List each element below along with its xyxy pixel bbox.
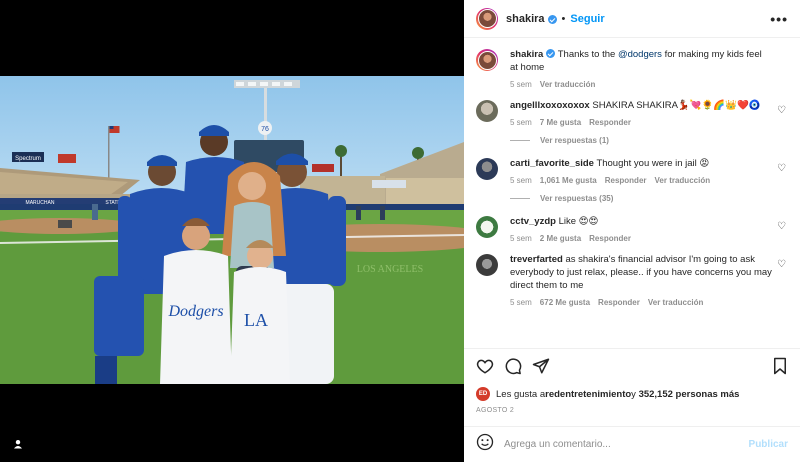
post-photo[interactable]: 76 Spectrum MARUCHAN LOS ANGELES Dodgers… <box>0 76 464 384</box>
post-actions: ED Les gusta a redentretenimiento y 352,… <box>464 348 800 414</box>
verified-badge-icon <box>547 15 557 24</box>
comment-avatar[interactable] <box>476 158 498 180</box>
comment-item: angelllxoxoxoxox SHAKIRA SHAKIRA💃🏽💘🌻🌈👑❤️… <box>476 99 788 127</box>
comments-list[interactable]: shakira Thanks to the @dodgers for makin… <box>464 38 800 348</box>
comment-avatar[interactable] <box>476 100 498 122</box>
comment-username[interactable]: cctv_yzdp <box>510 216 556 227</box>
comment-item: treverfarted as shakira's financial advi… <box>476 253 788 307</box>
comment-translate-link[interactable]: Ver traducción <box>648 298 704 307</box>
comment-username[interactable]: angelllxoxoxoxox <box>510 100 590 111</box>
field-lettering: LOS ANGELES <box>357 264 423 275</box>
comment-avatar[interactable] <box>476 254 498 276</box>
more-options-icon[interactable]: ••• <box>770 11 788 27</box>
comment-like-heart-icon[interactable]: ♡ <box>777 259 786 270</box>
post-media: 76 Spectrum MARUCHAN LOS ANGELES Dodgers… <box>0 0 464 462</box>
author-username[interactable]: shakira <box>506 13 545 25</box>
comment-avatar[interactable] <box>476 216 498 238</box>
post-date[interactable]: AGOSTO 2 <box>476 407 788 414</box>
reply-button[interactable]: Responder <box>605 176 647 185</box>
comment-like-heart-icon[interactable]: ♡ <box>777 105 786 116</box>
likes-summary: ED Les gusta a redentretenimiento y 352,… <box>476 387 788 401</box>
share-icon[interactable] <box>532 357 550 380</box>
comment-translate-link[interactable]: Ver traducción <box>655 176 711 185</box>
sign-spectrum: Spectrum <box>15 156 41 162</box>
view-replies-link[interactable]: Ver respuestas (35) <box>510 194 788 203</box>
comment-likes[interactable]: 2 Me gusta <box>540 234 581 243</box>
comment-likes[interactable]: 1,061 Me gusta <box>540 176 597 185</box>
comment-age: 5 sem <box>510 298 532 307</box>
emoji-icon[interactable] <box>476 433 494 456</box>
comment-likes[interactable]: 672 Me gusta <box>540 298 590 307</box>
comment-text: SHAKIRA SHAKIRA💃🏽💘🌻🌈👑❤️🧿 <box>592 100 761 111</box>
header-separator: • <box>561 12 566 25</box>
follow-button[interactable]: Seguir <box>570 13 604 25</box>
caption-username[interactable]: shakira <box>510 49 543 60</box>
comment-likes[interactable]: 7 Me gusta <box>540 118 581 127</box>
comment-age: 5 sem <box>510 118 532 127</box>
likes-count-link[interactable]: 352,152 personas más <box>639 389 740 400</box>
user-tag-icon[interactable] <box>8 434 28 454</box>
reply-button[interactable]: Responder <box>589 234 631 243</box>
caption-translate-link[interactable]: Ver traducción <box>540 80 596 89</box>
comment-text: Like 😍😍 <box>558 216 599 227</box>
comment-icon[interactable] <box>504 357 522 380</box>
publish-button[interactable]: Publicar <box>749 439 788 450</box>
post-side-panel: shakira • Seguir ••• shakira Thanks to t… <box>464 0 800 462</box>
jersey-number: LA <box>244 310 268 330</box>
caption: shakira Thanks to the @dodgers for makin… <box>476 48 788 89</box>
action-icons-row <box>476 357 788 379</box>
comment-item: carti_favorite_side Thought you were in … <box>476 157 788 185</box>
jersey-lettering: Dodgers <box>167 303 223 320</box>
stadium-photo: 76 Spectrum MARUCHAN LOS ANGELES Dodgers… <box>0 80 464 384</box>
comment-username[interactable]: carti_favorite_side <box>510 158 594 169</box>
caption-mention[interactable]: @dodgers <box>618 49 662 60</box>
comment-username[interactable]: treverfarted <box>510 254 563 265</box>
comment-like-heart-icon[interactable]: ♡ <box>777 163 786 174</box>
comment-text: Thought you were in jail 😡 <box>596 158 710 169</box>
comment-age: 5 sem <box>510 234 532 243</box>
view-replies-link[interactable]: Ver respuestas (1) <box>510 136 788 145</box>
comment-item: cctv_yzdp Like 😍😍 5 sem 2 Me gusta Respond… <box>476 215 788 243</box>
liker-username[interactable]: redentretenimiento <box>545 389 631 400</box>
comment-composer: Publicar <box>464 426 800 462</box>
caption-age: 5 sem <box>510 80 532 89</box>
reply-button[interactable]: Responder <box>589 118 631 127</box>
comment-input[interactable] <box>504 439 749 450</box>
post-header: shakira • Seguir ••• <box>464 0 800 38</box>
reply-button[interactable]: Responder <box>598 298 640 307</box>
comment-age: 5 sem <box>510 176 532 185</box>
liker-avatar[interactable]: ED <box>476 387 490 401</box>
caption-text: shakira Thanks to the @dodgers for makin… <box>510 49 762 73</box>
author-avatar[interactable] <box>476 7 498 30</box>
caption-avatar[interactable] <box>476 49 498 71</box>
scoreboard-number: 76 <box>261 126 269 133</box>
instagram-post: 76 Spectrum MARUCHAN LOS ANGELES Dodgers… <box>0 0 800 462</box>
heart-icon[interactable] <box>476 357 494 380</box>
verified-badge-icon <box>546 49 556 58</box>
bookmark-icon[interactable] <box>772 357 788 380</box>
comment-like-heart-icon[interactable]: ♡ <box>777 221 786 232</box>
